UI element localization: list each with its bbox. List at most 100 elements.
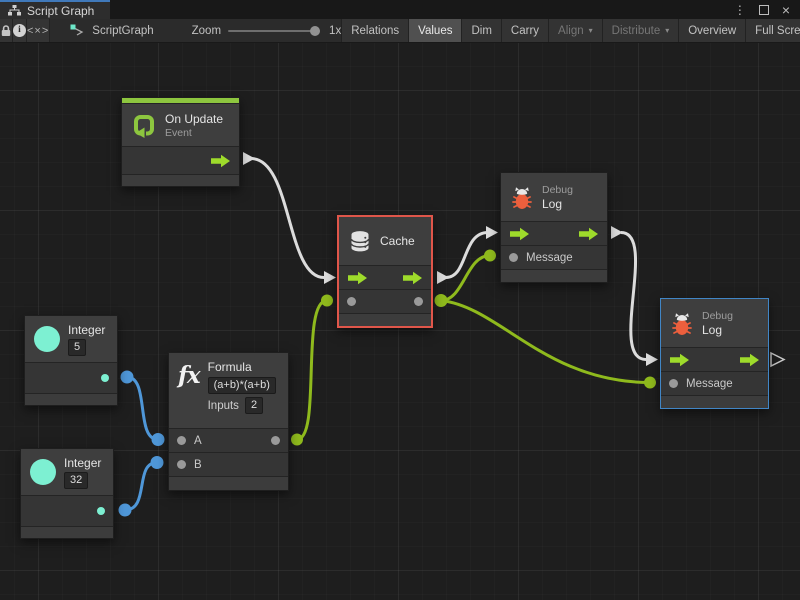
port-label: Message: [526, 252, 573, 264]
node-on-update[interactable]: On Update Event: [121, 97, 240, 187]
wire-flow-on-update-to-cache[interactable]: [251, 159, 324, 278]
wire-value-cache-to-debug-log-right-message[interactable]: [441, 301, 650, 383]
node-header: Debug Log: [661, 299, 768, 347]
port-row: [339, 290, 431, 313]
node-title: Cache: [380, 234, 415, 248]
script-graph-icon: [70, 24, 86, 37]
node-integer-32[interactable]: Integer 32: [20, 448, 114, 539]
maximize-icon[interactable]: [759, 5, 769, 15]
chevron-down-icon: ▾: [589, 26, 593, 35]
ports-toggle-button[interactable]: <×>: [27, 19, 50, 42]
zoom-slider-handle[interactable]: [310, 26, 320, 36]
wire-flow-debug-log-top-to-debug-log-right[interactable]: [621, 233, 646, 360]
more-options-icon[interactable]: ⋮: [734, 3, 746, 17]
toolbar-button-group: Relations Values Dim Carry Align ▾ Distr…: [341, 19, 800, 42]
wire-endpoint: [484, 250, 496, 262]
bug-icon: [510, 184, 534, 210]
value-output-port[interactable]: [101, 374, 109, 382]
value-output-port[interactable]: [97, 507, 105, 515]
lock-button[interactable]: [0, 19, 13, 42]
unconnected-flow-arrow[interactable]: [771, 353, 784, 366]
flow-input-port[interactable]: [509, 227, 530, 241]
wire-arrowhead: [646, 353, 658, 366]
wire-arrowhead: [486, 226, 498, 239]
window-tab-bar: Script Graph ⋮ ×: [0, 0, 800, 19]
wire-value-integer-32-to-formula-b[interactable]: [125, 463, 157, 511]
full-screen-button[interactable]: Full Screen: [745, 19, 800, 42]
node-integer-5[interactable]: Integer 5: [24, 315, 118, 406]
node-title: Integer: [64, 456, 101, 470]
flow-input-port[interactable]: [669, 353, 690, 367]
tab-script-graph[interactable]: Script Graph: [0, 0, 110, 19]
inputs-label: Inputs: [208, 400, 239, 412]
dim-button[interactable]: Dim: [461, 19, 500, 42]
integer-value-field[interactable]: 5: [68, 339, 86, 356]
values-label: Values: [418, 25, 452, 37]
node-debug-log-top[interactable]: Debug Log Message: [500, 172, 608, 283]
flow-output-port[interactable]: [210, 154, 231, 168]
node-title: Log: [702, 323, 733, 337]
wire-arrowhead: [611, 226, 623, 239]
relations-label: Relations: [351, 25, 399, 37]
flow-output-port[interactable]: [402, 271, 423, 285]
wire-arrowhead: [324, 271, 336, 284]
values-button[interactable]: Values: [408, 19, 461, 42]
wire-arrowhead: [243, 152, 255, 165]
wire-value-formula-to-cache[interactable]: [297, 301, 327, 440]
wire-endpoint: [152, 433, 165, 446]
wire-endpoint: [321, 295, 333, 307]
node-type-label: Debug: [542, 184, 573, 196]
carry-button[interactable]: Carry: [501, 19, 548, 42]
input-a-port[interactable]: [177, 436, 186, 445]
align-dropdown[interactable]: Align ▾: [548, 19, 602, 42]
info-icon: i: [13, 24, 26, 37]
wire-endpoint: [435, 294, 448, 307]
input-b-port[interactable]: [177, 460, 186, 469]
zoom-slider[interactable]: [228, 30, 320, 32]
flow-input-port[interactable]: [347, 271, 368, 285]
port-label: B: [194, 459, 202, 471]
lock-icon: [0, 24, 12, 37]
formula-expression-field[interactable]: (a+b)*(a+b): [208, 377, 276, 394]
node-title: Log: [542, 197, 573, 211]
close-icon[interactable]: ×: [782, 3, 790, 17]
node-formula[interactable]: fx Formula (a+b)*(a+b) Inputs 2 A B: [168, 352, 289, 491]
result-output-port[interactable]: [271, 436, 280, 445]
port-label: Message: [686, 378, 733, 390]
bug-icon: [670, 310, 694, 336]
value-input-port[interactable]: [347, 297, 356, 306]
event-accent-bar: [122, 98, 239, 103]
node-cache[interactable]: Cache: [337, 215, 433, 328]
relations-button[interactable]: Relations: [341, 19, 408, 42]
node-footer: [501, 270, 607, 282]
formula-fx-icon: fx: [178, 364, 200, 387]
node-title: Formula: [208, 360, 276, 374]
full-screen-label: Full Screen: [755, 25, 800, 37]
message-input-port[interactable]: [509, 253, 518, 262]
graph-name-indicator[interactable]: ScriptGraph: [62, 19, 161, 42]
node-footer: [25, 394, 117, 405]
node-debug-log-right[interactable]: Debug Log Message: [660, 298, 769, 409]
zoom-control: Zoom 1x: [184, 19, 342, 42]
message-input-port[interactable]: [669, 379, 678, 388]
flow-output-port[interactable]: [739, 353, 760, 367]
graph-canvas[interactable]: On Update Event Cache: [0, 43, 800, 600]
node-header: Debug Log: [501, 173, 607, 221]
node-footer: [122, 175, 239, 186]
flow-output-port[interactable]: [578, 227, 599, 241]
wire-flow-cache-to-debug-log-top[interactable]: [446, 233, 488, 278]
wire-endpoint: [121, 371, 134, 384]
value-output-port[interactable]: [414, 297, 423, 306]
graph-toolbar: i <×> ScriptGraph Zoom 1x Relations Valu…: [0, 19, 800, 43]
wire-value-integer-5-to-formula-a[interactable]: [127, 377, 158, 440]
inputs-count-field[interactable]: 2: [245, 397, 263, 414]
update-loop-icon: [131, 112, 157, 138]
info-button[interactable]: i: [13, 19, 27, 42]
distribute-dropdown[interactable]: Distribute ▾: [602, 19, 679, 42]
overview-button[interactable]: Overview: [678, 19, 745, 42]
carry-label: Carry: [511, 25, 539, 37]
integer-value-field[interactable]: 32: [64, 472, 88, 489]
node-title: On Update: [165, 112, 223, 126]
node-footer: [339, 314, 431, 326]
node-header: Integer 5: [25, 316, 117, 362]
